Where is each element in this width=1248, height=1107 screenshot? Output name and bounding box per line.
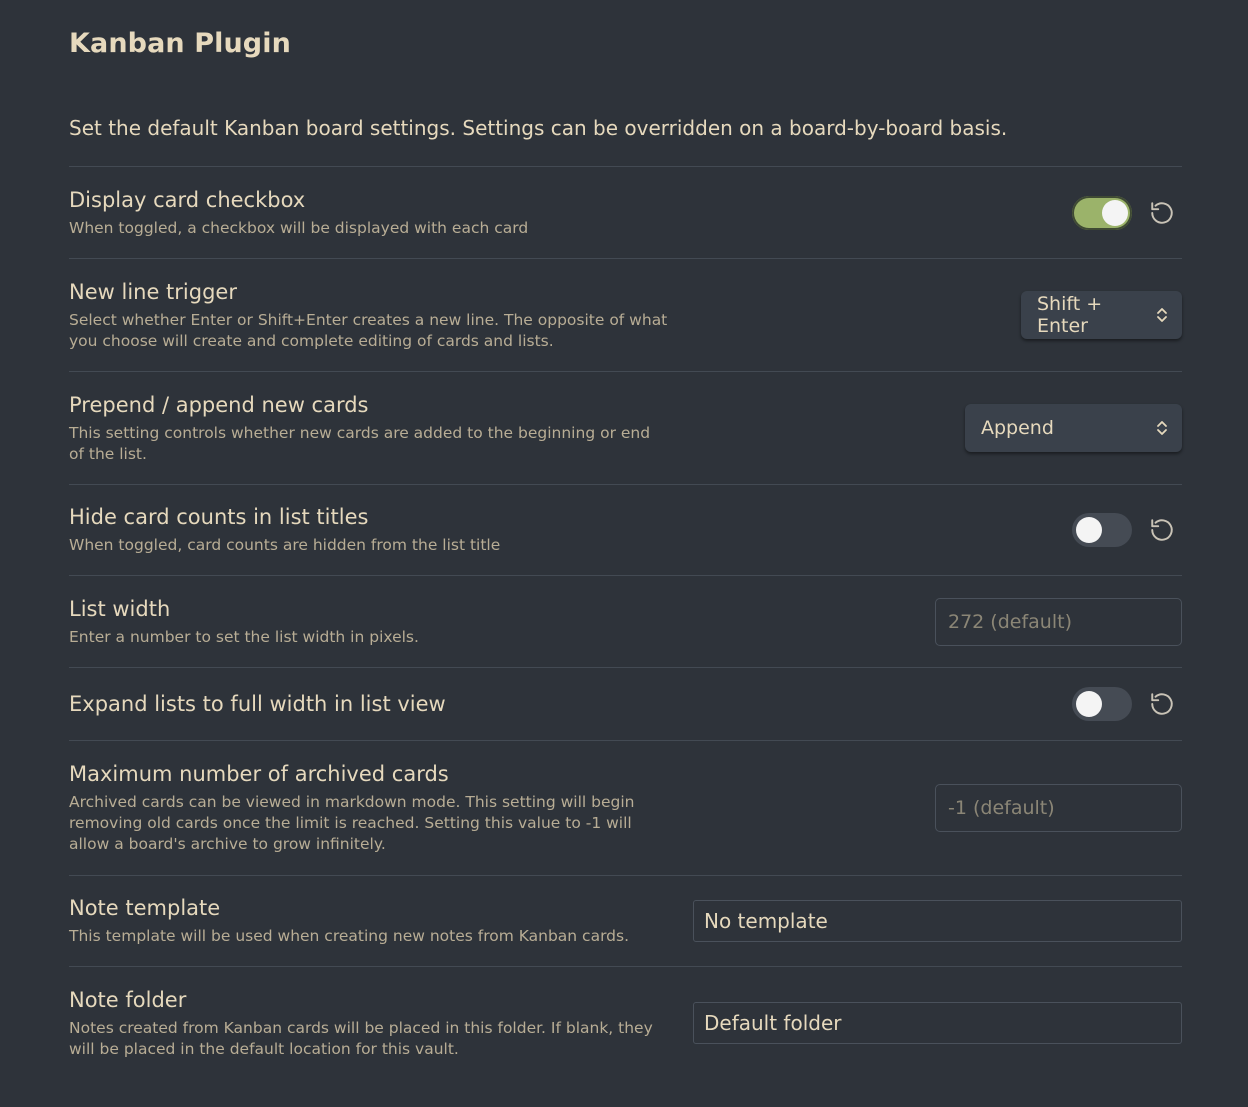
setting-name: List width <box>69 596 171 621</box>
setting-list-width: List width Enter a number to set the lis… <box>69 575 1182 667</box>
setting-new-line-trigger: New line trigger Select whether Enter or… <box>69 258 1182 371</box>
setting-description: Notes created from Kanban cards will be … <box>69 1018 653 1058</box>
note-folder-input[interactable]: Default folder <box>693 1002 1182 1044</box>
settings-page: Kanban Plugin Set the default Kanban boa… <box>0 0 1248 1107</box>
setting-name: Note template <box>69 896 221 920</box>
setting-display-card-checkbox: Display card checkbox When toggled, a ch… <box>69 166 1182 258</box>
reset-icon[interactable] <box>1148 690 1176 718</box>
setting-prepend-append: Prepend / append new cards This setting … <box>69 371 1182 484</box>
setting-description: When toggled, a checkbox will be display… <box>69 218 529 237</box>
new-line-trigger-dropdown[interactable]: Shift + Enter <box>1021 291 1182 339</box>
setting-name: Maximum number of archived cards <box>69 762 449 786</box>
chevron-updown-icon <box>1156 419 1168 437</box>
setting-name: Note folder <box>69 987 187 1012</box>
settings-intro: Set the default Kanban board settings. S… <box>69 116 1008 140</box>
setting-description: Archived cards can be viewed in markdown… <box>69 793 635 853</box>
setting-description: This setting controls whether new cards … <box>69 423 651 463</box>
reset-icon[interactable] <box>1148 199 1176 227</box>
setting-description: When toggled, card counts are hidden fro… <box>69 536 501 554</box>
prepend-append-dropdown[interactable]: Append <box>965 404 1182 452</box>
settings-list: Display card checkbox When toggled, a ch… <box>69 166 1182 1079</box>
setting-description: Select whether Enter or Shift+Enter crea… <box>69 310 668 350</box>
setting-name: Expand lists to full width in list view <box>69 692 446 716</box>
hide-card-counts-toggle[interactable] <box>1072 513 1132 547</box>
dropdown-selected-value: Append <box>981 417 1054 439</box>
list-width-input[interactable]: 272 (default) <box>935 597 1182 646</box>
chevron-updown-icon <box>1156 306 1168 324</box>
reset-icon[interactable] <box>1148 516 1176 544</box>
dropdown-selected-value: Shift + Enter <box>1037 293 1103 337</box>
setting-note-template: Note template This template will be used… <box>69 875 1182 966</box>
setting-expand-lists: Expand lists to full width in list view <box>69 667 1182 740</box>
setting-name: Hide card counts in list titles <box>69 505 369 529</box>
note-template-input[interactable]: No template <box>693 900 1182 942</box>
setting-hide-card-counts: Hide card counts in list titles When tog… <box>69 484 1182 575</box>
expand-lists-toggle[interactable] <box>1072 687 1132 721</box>
max-archived-cards-input[interactable]: -1 (default) <box>935 784 1182 832</box>
setting-note-folder: Note folder Notes created from Kanban ca… <box>69 966 1182 1079</box>
setting-description: Enter a number to set the list width in … <box>69 627 419 646</box>
toggle-knob <box>1076 517 1102 543</box>
setting-max-archived-cards: Maximum number of archived cards Archive… <box>69 740 1182 875</box>
display-card-checkbox-toggle[interactable] <box>1072 195 1132 230</box>
page-title: Kanban Plugin <box>69 28 291 59</box>
toggle-knob <box>1102 199 1128 226</box>
setting-name: Prepend / append new cards <box>69 392 369 417</box>
setting-name: Display card checkbox <box>69 187 306 212</box>
toggle-knob <box>1076 691 1102 717</box>
setting-description: This template will be used when creating… <box>69 927 630 945</box>
setting-name: New line trigger <box>69 279 237 304</box>
